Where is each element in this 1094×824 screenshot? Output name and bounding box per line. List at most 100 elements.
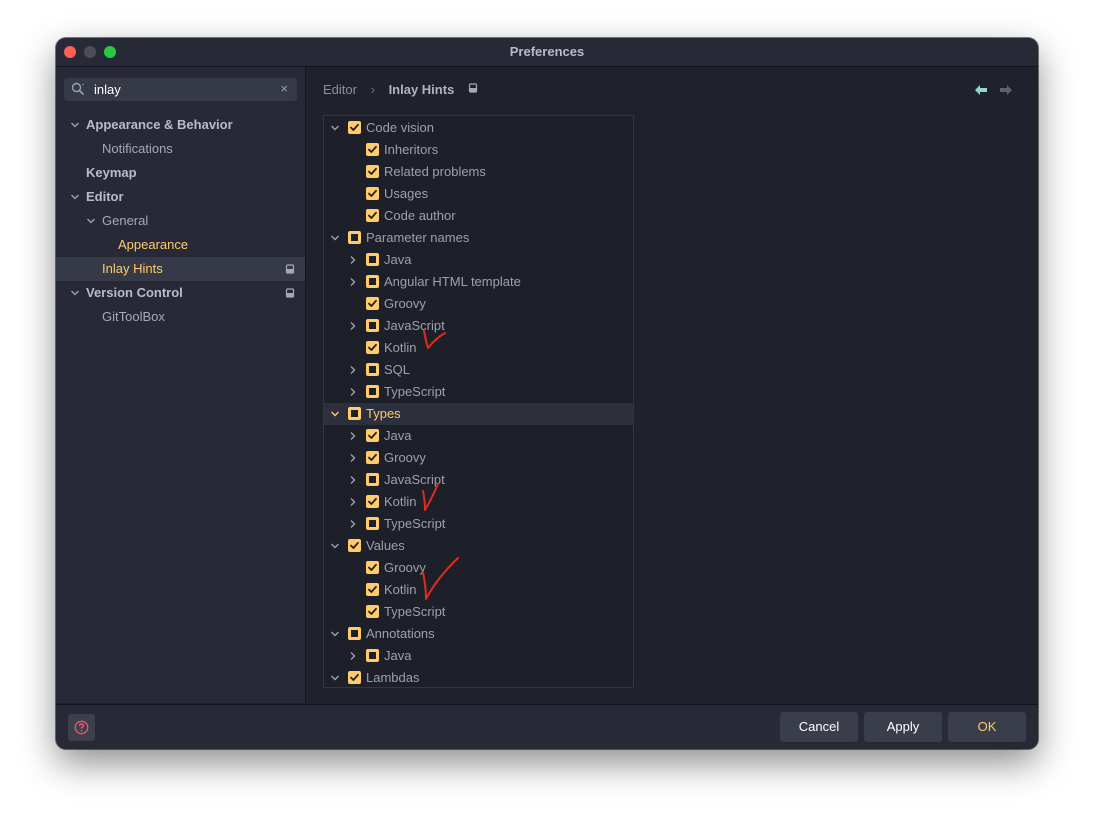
chevron-right-icon[interactable] (348, 453, 358, 463)
arrow-right-icon[interactable] (999, 84, 1013, 96)
breadcrumb-parent[interactable]: Editor (323, 82, 357, 97)
checkbox-checked[interactable] (366, 341, 379, 354)
chevron-right-icon[interactable] (348, 519, 358, 529)
hint-item-code-author[interactable]: Code author (324, 205, 633, 227)
breadcrumb: Editor › Inlay Hints (323, 81, 478, 97)
chevron-right-icon[interactable] (348, 321, 358, 331)
search-input[interactable] (94, 81, 264, 98)
hint-label: TypeScript (384, 384, 446, 399)
checkbox-checked[interactable] (348, 671, 361, 684)
chevron-right-icon[interactable] (348, 365, 358, 375)
checkbox-partial[interactable] (366, 517, 379, 530)
hint-item-typescript[interactable]: TypeScript (324, 513, 633, 535)
checkbox-partial[interactable] (366, 319, 379, 332)
chevron-right-icon[interactable] (348, 497, 358, 507)
hint-group-parameter-names[interactable]: Parameter names (324, 227, 633, 249)
chevron-down-icon[interactable] (330, 541, 340, 551)
hint-item-sql[interactable]: SQL (324, 359, 633, 381)
hint-item-usages[interactable]: Usages (324, 183, 633, 205)
apply-button[interactable]: Apply (864, 712, 942, 742)
preferences-window: Preferences × Appearance & Behavior Notif… (56, 38, 1038, 749)
chevron-down-icon[interactable] (86, 216, 96, 226)
checkbox-checked[interactable] (366, 187, 379, 200)
checkbox-partial[interactable] (366, 253, 379, 266)
hint-item-groovy[interactable]: Groovy (324, 447, 633, 469)
hint-item-typescript[interactable]: TypeScript (324, 601, 633, 623)
hint-item-javascript[interactable]: JavaScript (324, 315, 633, 337)
hint-group-types[interactable]: Types (324, 403, 633, 425)
checkbox-checked[interactable] (366, 297, 379, 310)
hint-group-values[interactable]: Values (324, 535, 633, 557)
help-button[interactable] (68, 714, 95, 741)
sidebar-item-editor[interactable]: Editor (56, 185, 305, 209)
chevron-right-icon[interactable] (348, 651, 358, 661)
checkbox-checked[interactable] (366, 429, 379, 442)
hint-item-java[interactable]: Java (324, 645, 633, 667)
checkbox-checked[interactable] (366, 583, 379, 596)
hint-item-typescript[interactable]: TypeScript (324, 381, 633, 403)
checkbox-checked[interactable] (348, 539, 361, 552)
hint-item-groovy[interactable]: Groovy (324, 557, 633, 579)
cancel-button[interactable]: Cancel (780, 712, 858, 742)
chevron-down-icon[interactable] (70, 288, 80, 298)
chevron-down-icon[interactable] (70, 192, 80, 202)
checkbox-checked[interactable] (348, 121, 361, 134)
arrow-left-icon[interactable] (974, 84, 988, 96)
sidebar-item-general[interactable]: General (56, 209, 305, 233)
sidebar-item-appearance[interactable]: Appearance (56, 233, 305, 257)
sidebar-item-inlay-hints[interactable]: Inlay Hints (56, 257, 305, 281)
hint-group-annotations[interactable]: Annotations (324, 623, 633, 645)
settings-scope-icon (285, 288, 295, 298)
chevron-down-icon[interactable] (330, 673, 340, 683)
chevron-down-icon[interactable] (330, 233, 340, 243)
checkbox-partial[interactable] (366, 649, 379, 662)
sidebar-item-label: Version Control (86, 285, 183, 300)
checkbox-partial[interactable] (366, 385, 379, 398)
checkbox-checked[interactable] (366, 451, 379, 464)
chevron-right-icon[interactable] (348, 387, 358, 397)
hint-item-kotlin[interactable]: Kotlin (324, 579, 633, 601)
checkbox-partial[interactable] (348, 231, 361, 244)
ok-button[interactable]: OK (948, 712, 1026, 742)
chevron-right-icon[interactable] (348, 255, 358, 265)
checkbox-partial[interactable] (366, 473, 379, 486)
hint-item-related-problems[interactable]: Related problems (324, 161, 633, 183)
sidebar-item-version-control[interactable]: Version Control (56, 281, 305, 305)
hint-label: Kotlin (384, 340, 417, 355)
checkbox-checked[interactable] (366, 495, 379, 508)
hint-group-lambdas[interactable]: Lambdas (324, 667, 633, 687)
hint-label: Groovy (384, 560, 426, 575)
sidebar-item-notifications[interactable]: Notifications (56, 137, 305, 161)
checkbox-partial[interactable] (366, 275, 379, 288)
chevron-down-icon[interactable] (330, 409, 340, 419)
hint-item-kotlin[interactable]: Kotlin (324, 337, 633, 359)
sidebar-item-keymap[interactable]: Keymap (56, 161, 305, 185)
chevron-right-icon[interactable] (348, 475, 358, 485)
hint-item-angular-html-template[interactable]: Angular HTML template (324, 271, 633, 293)
sidebar-item-appearance-behavior[interactable]: Appearance & Behavior (56, 113, 305, 137)
hint-item-groovy[interactable]: Groovy (324, 293, 633, 315)
checkbox-checked[interactable] (366, 561, 379, 574)
checkbox-checked[interactable] (366, 605, 379, 618)
breadcrumb-current: Inlay Hints (388, 82, 455, 98)
hint-group-code-vision[interactable]: Code vision (324, 117, 633, 139)
chevron-down-icon[interactable] (330, 123, 340, 133)
checkbox-checked[interactable] (366, 143, 379, 156)
chevron-right-icon[interactable] (348, 431, 358, 441)
checkbox-checked[interactable] (366, 209, 379, 222)
checkbox-checked[interactable] (366, 165, 379, 178)
sidebar-item-gittoolbox[interactable]: GitToolBox (56, 305, 305, 329)
hint-label: Related problems (384, 164, 486, 179)
chevron-right-icon[interactable] (348, 277, 358, 287)
hint-item-java[interactable]: Java (324, 425, 633, 447)
clear-search-icon[interactable]: × (280, 81, 288, 97)
chevron-down-icon[interactable] (330, 629, 340, 639)
hint-item-inheritors[interactable]: Inheritors (324, 139, 633, 161)
checkbox-partial[interactable] (348, 627, 361, 640)
hint-item-javascript[interactable]: JavaScript (324, 469, 633, 491)
hint-item-kotlin[interactable]: Kotlin (324, 491, 633, 513)
chevron-down-icon[interactable] (70, 120, 80, 130)
checkbox-partial[interactable] (348, 407, 361, 420)
checkbox-partial[interactable] (366, 363, 379, 376)
hint-item-java[interactable]: Java (324, 249, 633, 271)
